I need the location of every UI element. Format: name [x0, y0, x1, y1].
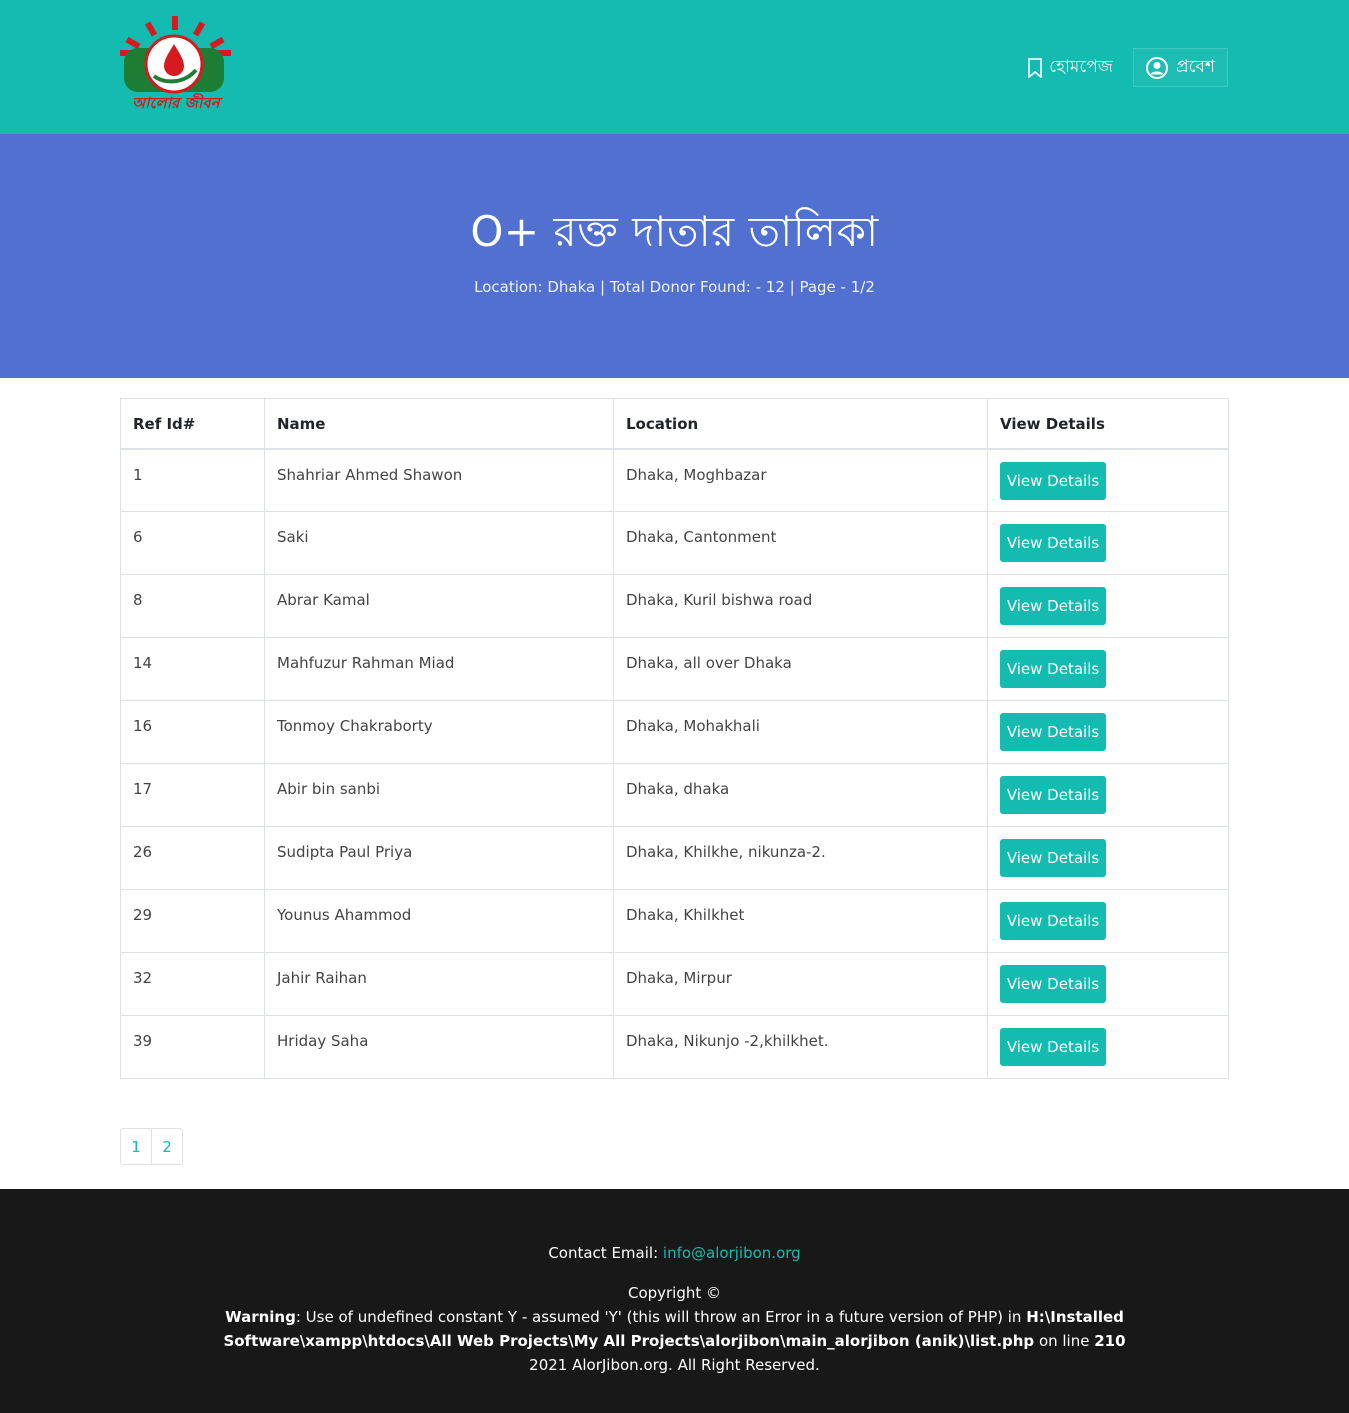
cell-action: View Details: [987, 952, 1229, 1016]
donor-table: Ref Id# Name Location View Details 1 Sha…: [120, 398, 1229, 1079]
view-details-button[interactable]: View Details: [1000, 713, 1106, 751]
login-label: প্রবেশ: [1175, 56, 1215, 77]
site-footer: Contact Email: info@alorjibon.org Copyri…: [0, 1189, 1349, 1413]
cell-ref-id: 39: [120, 1015, 265, 1079]
cell-location: Dhaka, dhaka: [613, 763, 988, 827]
cell-name: Tonmoy Chakraborty: [264, 700, 614, 764]
cell-name: Abir bin sanbi: [264, 763, 614, 827]
cell-ref-id: 1: [120, 448, 265, 512]
cell-action: View Details: [987, 1015, 1229, 1079]
cell-location: Dhaka, Mirpur: [613, 952, 988, 1016]
table-row: 29 Younus Ahammod Dhaka, Khilkhet View D…: [120, 889, 1229, 953]
cell-action: View Details: [987, 511, 1229, 575]
view-details-button[interactable]: View Details: [1000, 902, 1106, 940]
cell-ref-id: 17: [120, 763, 265, 827]
nav-home-label: হোমপেজ: [1049, 56, 1113, 77]
main-content: Ref Id# Name Location View Details 1 Sha…: [0, 378, 1349, 1165]
header-location: Location: [613, 398, 988, 450]
table-row: 16 Tonmoy Chakraborty Dhaka, Mohakhali V…: [120, 700, 1229, 764]
header-ref-id: Ref Id#: [120, 398, 265, 450]
cell-name: Hriday Saha: [264, 1015, 614, 1079]
site-header: আলোর জীবন হোমপেজ প্রবেশ: [0, 0, 1349, 134]
table-header-row: Ref Id# Name Location View Details: [120, 398, 1229, 450]
cell-location: Dhaka, Kuril bishwa road: [613, 574, 988, 638]
view-details-button[interactable]: View Details: [1000, 965, 1106, 1003]
view-details-button[interactable]: View Details: [1000, 776, 1106, 814]
page-link-1[interactable]: 1: [120, 1128, 152, 1165]
cell-ref-id: 29: [120, 889, 265, 953]
cell-location: Dhaka, all over Dhaka: [613, 637, 988, 701]
user-circle-icon: [1145, 56, 1168, 79]
cell-action: View Details: [987, 889, 1229, 953]
page-title: O+ রক্ত দাতার তালিকা: [470, 207, 879, 256]
table-row: 32 Jahir Raihan Dhaka, Mirpur View Detai…: [120, 952, 1229, 1016]
login-button[interactable]: প্রবেশ: [1132, 48, 1228, 87]
contact-email-link[interactable]: info@alorjibon.org: [663, 1244, 801, 1262]
cell-action: View Details: [987, 700, 1229, 764]
view-details-button[interactable]: View Details: [1000, 524, 1106, 562]
table-row: 1 Shahriar Ahmed Shawon Dhaka, Moghbazar…: [120, 448, 1229, 512]
header-name: Name: [264, 398, 614, 450]
cell-ref-id: 32: [120, 952, 265, 1016]
site-logo[interactable]: আলোর জীবন: [118, 14, 233, 114]
cell-ref-id: 8: [120, 574, 265, 638]
cell-location: Dhaka, Khilkhet: [613, 889, 988, 953]
cell-ref-id: 16: [120, 700, 265, 764]
cell-ref-id: 14: [120, 637, 265, 701]
contact-label: Contact Email:: [548, 1244, 659, 1262]
cell-location: Dhaka, Khilkhe, nikunza-2.: [613, 826, 988, 890]
cell-name: Sudipta Paul Priya: [264, 826, 614, 890]
cell-action: View Details: [987, 574, 1229, 638]
cell-name: Abrar Kamal: [264, 574, 614, 638]
hero-banner: O+ রক্ত দাতার তালিকা Location: Dhaka | T…: [0, 134, 1349, 378]
cell-location: Dhaka, Nikunjo -2,khilkhet.: [613, 1015, 988, 1079]
php-warning: Warning: Use of undefined constant Y - a…: [118, 1305, 1231, 1353]
copyright-text: Copyright ©: [627, 1284, 722, 1302]
page-link-2[interactable]: 2: [151, 1128, 183, 1165]
cell-name: Mahfuzur Rahman Miad: [264, 637, 614, 701]
cell-action: View Details: [987, 637, 1229, 701]
cell-action: View Details: [987, 763, 1229, 827]
logo-text: আলোর জীবন: [132, 94, 220, 112]
cell-name: Jahir Raihan: [264, 952, 614, 1016]
view-details-button[interactable]: View Details: [1000, 650, 1106, 688]
warning-label: Warning: [225, 1308, 296, 1326]
table-row: 26 Sudipta Paul Priya Dhaka, Khilkhe, ni…: [120, 826, 1229, 890]
bookmark-icon: [1028, 57, 1043, 78]
table-row: 6 Saki Dhaka, Cantonment View Details: [120, 511, 1229, 575]
pagination: 1 2: [120, 1128, 1229, 1165]
view-details-button[interactable]: View Details: [1000, 839, 1106, 877]
contact-line: Contact Email: info@alorjibon.org: [118, 1241, 1231, 1265]
cell-ref-id: 6: [120, 511, 265, 575]
cell-ref-id: 26: [120, 826, 265, 890]
header-view-details: View Details: [987, 398, 1229, 450]
view-details-button[interactable]: View Details: [1000, 1028, 1106, 1066]
table-row: 8 Abrar Kamal Dhaka, Kuril bishwa road V…: [120, 574, 1229, 638]
warning-line: 210: [1094, 1332, 1126, 1350]
table-row: 17 Abir bin sanbi Dhaka, dhaka View Deta…: [120, 763, 1229, 827]
cell-location: Dhaka, Moghbazar: [613, 448, 988, 512]
warning-on-line: on line: [1034, 1332, 1095, 1350]
cell-name: Saki: [264, 511, 614, 575]
warning-text: : Use of undefined constant Y - assumed …: [295, 1308, 1027, 1326]
page-subtitle: Location: Dhaka | Total Donor Found: - 1…: [474, 278, 875, 296]
cell-name: Younus Ahammod: [264, 889, 614, 953]
cell-action: View Details: [987, 448, 1229, 512]
view-details-button[interactable]: View Details: [1000, 587, 1106, 625]
cell-location: Dhaka, Cantonment: [613, 511, 988, 575]
view-details-button[interactable]: View Details: [1000, 461, 1106, 500]
table-row: 39 Hriday Saha Dhaka, Nikunjo -2,khilkhe…: [120, 1015, 1229, 1079]
nav-home-link[interactable]: হোমপেজ: [1027, 54, 1113, 82]
cell-action: View Details: [987, 826, 1229, 890]
table-row: 14 Mahfuzur Rahman Miad Dhaka, all over …: [120, 637, 1229, 701]
cell-name: Shahriar Ahmed Shawon: [264, 448, 614, 512]
rights-text: 2021 AlorJibon.org. All Right Reserved.: [529, 1356, 820, 1374]
cell-location: Dhaka, Mohakhali: [613, 700, 988, 764]
top-nav: হোমপেজ প্রবেশ: [1027, 48, 1228, 87]
